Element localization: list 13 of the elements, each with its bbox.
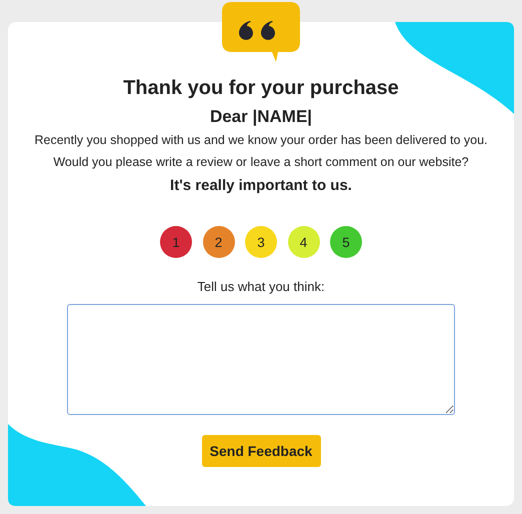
rating-button[interactable]: 4 — [288, 226, 320, 258]
comment-field[interactable] — [67, 304, 455, 415]
comment-label: Tell us what you think: — [197, 279, 325, 295]
message-text: Would you please write a review or leave a short comment on our website? — [53, 154, 469, 171]
send-feedback-button[interactable]: Send Feedback — [202, 435, 320, 467]
quote-icon — [222, 2, 300, 62]
emphasis-text: It's really important to us. — [170, 177, 352, 195]
message-text: Recently you shopped with us and we know your order has been delivered to you. — [34, 132, 488, 149]
greeting: Dear |NAME| — [210, 107, 312, 127]
title: Thank you for your purchase — [123, 76, 399, 100]
rating-button[interactable]: 5 — [330, 226, 362, 258]
rating-button[interactable]: 2 — [202, 226, 234, 258]
rating-button[interactable]: 3 — [245, 226, 277, 258]
